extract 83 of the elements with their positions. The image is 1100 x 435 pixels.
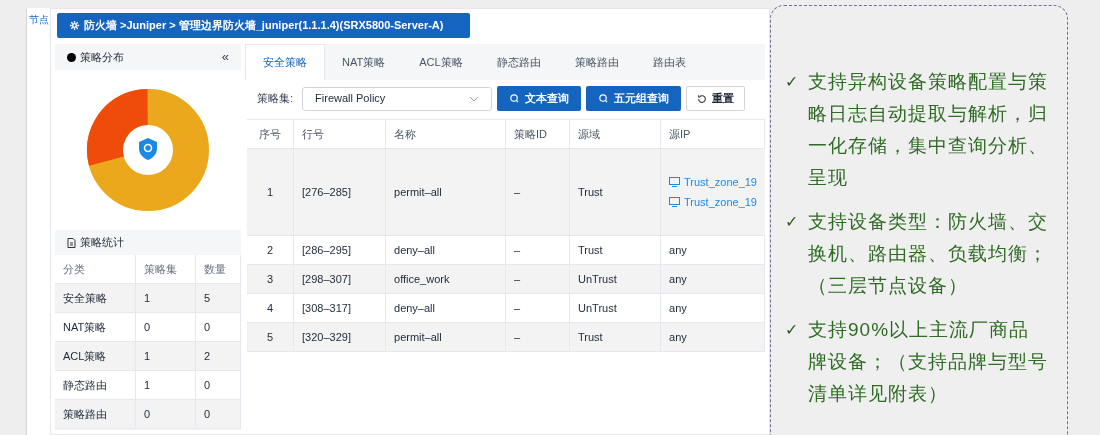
- column-header: 源域: [570, 120, 661, 148]
- table-cell: permit–all: [386, 323, 506, 351]
- table-cell: 静态路由: [55, 371, 136, 399]
- field-label: 策略集:: [257, 91, 294, 107]
- panel-title: 策略统计: [80, 235, 124, 251]
- gear-icon: [69, 20, 80, 31]
- column-header: 名称: [386, 120, 506, 148]
- search-icon: [598, 93, 610, 104]
- tab[interactable]: 安全策略: [245, 44, 325, 80]
- check-mark: ✓: [785, 72, 798, 92]
- monitor-icon: [669, 196, 680, 207]
- policy-set-select[interactable]: Firewall Policy: [302, 86, 493, 111]
- table-cell: Trust: [570, 149, 661, 235]
- check-mark: ✓: [785, 320, 798, 340]
- table-cell: [308–317]: [294, 294, 386, 322]
- table-cell: 0: [136, 313, 196, 341]
- table-cell: ACL策略: [55, 342, 136, 370]
- table-cell: UnTrust: [570, 265, 661, 293]
- feature-text: 支持90%以上主流厂商品牌设备；（支持品牌与型号清单详见附表）: [808, 318, 1048, 406]
- table-cell: [298–307]: [294, 265, 386, 293]
- monitor-icon: [669, 177, 680, 188]
- table-cell: 4: [247, 294, 294, 322]
- table-cell: –: [506, 149, 570, 235]
- column-header: 行号: [294, 120, 386, 148]
- table-cell: 策略路由: [55, 400, 136, 428]
- table-cell: Trust: [570, 236, 661, 264]
- column-header: 数量: [196, 255, 241, 283]
- table-cell: –: [506, 265, 570, 293]
- table-cell: Trust: [570, 323, 661, 351]
- tab[interactable]: NAT策略: [325, 44, 403, 80]
- tab[interactable]: 静态路由: [479, 44, 558, 80]
- background-tab[interactable]: 节点: [27, 8, 49, 31]
- table-cell: any: [661, 323, 765, 351]
- table-cell: [320–329]: [294, 323, 386, 351]
- table-cell: any: [661, 265, 765, 293]
- tab[interactable]: 策略路由: [557, 44, 636, 80]
- table-cell: NAT策略: [55, 313, 136, 341]
- table-cell: 安全策略: [55, 284, 136, 312]
- chevron-down-icon: [469, 95, 480, 102]
- table-cell: any: [661, 294, 765, 322]
- tab[interactable]: 路由表: [635, 44, 703, 80]
- table-cell: 1: [136, 342, 196, 370]
- collapse-button[interactable]: «: [221, 47, 229, 67]
- reset-button[interactable]: 重置: [686, 86, 746, 111]
- table-cell: [286–295]: [294, 236, 386, 264]
- feature-text: 支持异构设备策略配置与策略日志自动提取与解析，归一化存储，集中查询分析、呈现: [808, 70, 1048, 190]
- search-button[interactable]: 五元组查询: [586, 86, 682, 111]
- tab[interactable]: ACL策略: [402, 44, 480, 80]
- table-cell: office_work: [386, 265, 506, 293]
- document-icon: [67, 237, 76, 248]
- table-cell: –: [506, 323, 570, 351]
- table-cell: 0: [196, 313, 241, 341]
- table-cell: 0: [196, 371, 241, 399]
- table-cell: 2: [247, 236, 294, 264]
- check-mark: ✓: [785, 212, 798, 232]
- column-header: 序号: [247, 120, 294, 148]
- column-header: 分类: [55, 255, 136, 283]
- table-cell: any: [661, 236, 765, 264]
- table-cell: 2: [196, 342, 241, 370]
- breadcrumb: 防火墙 >Juniper > 管理边界防火墙_juniper(1.1.1.4)(SRX5800-Server-A): [84, 18, 444, 34]
- feature-text: 支持设备类型：防火墙、交换机、路由器、负载均衡；（三层节点设备）: [808, 210, 1048, 298]
- table-cell: 1: [247, 149, 294, 235]
- table-cell: deny–all: [386, 236, 506, 264]
- table-cell: –: [506, 236, 570, 264]
- table-cell: 3: [247, 265, 294, 293]
- table-cell: –: [506, 294, 570, 322]
- column-header: 策略ID: [506, 120, 570, 148]
- table-cell: 0: [196, 400, 241, 428]
- table-cell: 5: [196, 284, 241, 312]
- column-header: 策略集: [136, 255, 196, 283]
- panel-title: 策略分布: [80, 49, 124, 65]
- table-cell: [276–285]: [294, 149, 386, 235]
- table-cell: UnTrust: [570, 294, 661, 322]
- table-cell: 1: [136, 284, 196, 312]
- search-button[interactable]: 文本查询: [497, 86, 582, 111]
- table-cell: 5: [247, 323, 294, 351]
- search-icon: [509, 93, 521, 104]
- column-header: 源IP: [661, 120, 765, 148]
- table-cell: 0: [136, 400, 196, 428]
- table-cell: deny–all: [386, 294, 506, 322]
- table-cell: permit–all: [386, 149, 506, 235]
- refresh-icon: [697, 93, 708, 104]
- table-cell: 1: [136, 371, 196, 399]
